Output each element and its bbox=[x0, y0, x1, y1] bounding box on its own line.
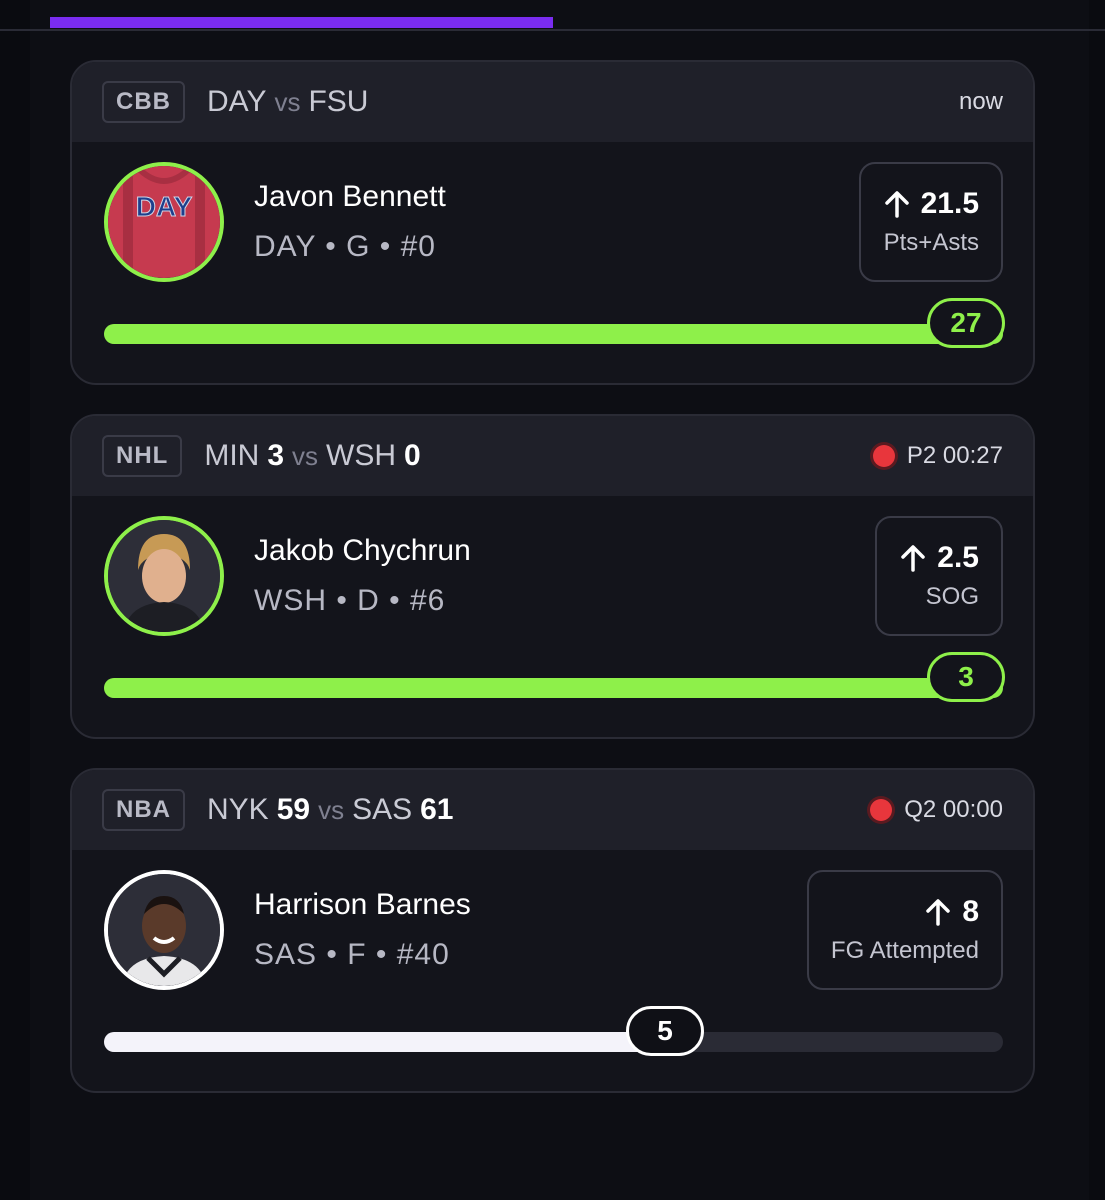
status-text: Q2 00:00 bbox=[904, 796, 1003, 823]
prop-card-1[interactable]: CBB DAY vs FSU now DAY Javon Bennett DAY… bbox=[70, 60, 1035, 385]
line-value: 2.5 bbox=[937, 541, 979, 574]
live-dot-icon bbox=[872, 445, 895, 467]
card-header: NHL MIN 3 vs WSH 0 P2 00:27 bbox=[72, 416, 1033, 496]
player-headshot-icon bbox=[108, 520, 220, 632]
player-meta: WSH • D • #6 bbox=[254, 584, 446, 617]
tab-divider bbox=[0, 29, 1105, 31]
right-gutter bbox=[1089, 0, 1105, 1200]
progress-track: 5 bbox=[104, 1006, 1003, 1056]
jersey-icon: DAY bbox=[108, 166, 220, 278]
matchup: NYK 59 vs SAS 61 bbox=[207, 793, 453, 827]
away-team: WSH bbox=[326, 439, 397, 472]
home-team: NYK bbox=[207, 793, 269, 826]
progress-track: 27 bbox=[104, 298, 1005, 348]
card-header: CBB DAY vs FSU now bbox=[72, 62, 1033, 142]
away-team: SAS bbox=[352, 793, 413, 826]
home-score: 59 bbox=[276, 793, 311, 826]
progress-value-pill: 27 bbox=[927, 298, 1005, 348]
line-value-row: 8 bbox=[924, 895, 979, 929]
progress-value-pill: 5 bbox=[626, 1006, 704, 1056]
progress-fill bbox=[104, 678, 1003, 698]
home-team: MIN bbox=[204, 439, 260, 472]
line-stat: FG Attempted bbox=[830, 937, 979, 964]
line-stat: Pts+Asts bbox=[883, 229, 979, 256]
props-screen: CBB DAY vs FSU now DAY Javon Bennett DAY… bbox=[0, 0, 1105, 1200]
up-arrow-icon bbox=[926, 899, 951, 926]
prop-card-3[interactable]: NBA NYK 59 vs SAS 61 Q2 00:00 Harrison B… bbox=[70, 768, 1035, 1093]
line-value-row: 21.5 bbox=[883, 187, 979, 221]
prop-line-box[interactable]: 21.5 Pts+Asts bbox=[858, 162, 1003, 282]
league-badge: CBB bbox=[102, 81, 185, 123]
league-badge: NBA bbox=[102, 789, 185, 831]
line-stat: SOG bbox=[925, 583, 979, 610]
matchup: DAY vs FSU bbox=[207, 85, 368, 119]
prop-card-2[interactable]: NHL MIN 3 vs WSH 0 P2 00:27 Jakob Chychr… bbox=[70, 414, 1035, 739]
live-dot-icon bbox=[870, 799, 893, 821]
vs-label: vs bbox=[318, 795, 345, 825]
line-value: 21.5 bbox=[920, 187, 979, 220]
player-meta: DAY • G • #0 bbox=[254, 230, 436, 263]
home-score: 3 bbox=[267, 439, 285, 472]
avatar bbox=[104, 870, 224, 990]
progress-fill bbox=[104, 324, 1003, 344]
player-name: Harrison Barnes bbox=[254, 888, 471, 921]
card-header: NBA NYK 59 vs SAS 61 Q2 00:00 bbox=[72, 770, 1033, 850]
avatar: DAY bbox=[104, 162, 224, 282]
line-value-row: 2.5 bbox=[899, 541, 979, 575]
jersey-text: DAY bbox=[136, 191, 193, 222]
player-name: Javon Bennett bbox=[254, 180, 446, 213]
vs-label: vs bbox=[274, 87, 301, 117]
away-score: 61 bbox=[420, 793, 454, 826]
avatar bbox=[104, 516, 224, 636]
status-text: now bbox=[958, 88, 1003, 115]
up-arrow-icon bbox=[884, 191, 909, 218]
away-team: FSU bbox=[308, 85, 369, 118]
player-meta: SAS • F • #40 bbox=[254, 938, 450, 971]
game-status: now bbox=[959, 88, 1003, 116]
active-tab-indicator bbox=[50, 17, 553, 28]
progress-fill bbox=[104, 1032, 671, 1052]
away-score: 0 bbox=[404, 439, 421, 472]
matchup: MIN 3 vs WSH 0 bbox=[204, 439, 420, 473]
game-status: Q2 00:00 bbox=[870, 796, 1003, 824]
progress-value-pill: 3 bbox=[927, 652, 1005, 702]
left-gutter bbox=[0, 0, 30, 1200]
player-name: Jakob Chychrun bbox=[254, 534, 471, 567]
up-arrow-icon bbox=[901, 545, 926, 572]
progress-track: 3 bbox=[104, 652, 1005, 702]
player-headshot-icon bbox=[108, 874, 220, 986]
line-value: 8 bbox=[962, 895, 979, 928]
league-badge: NHL bbox=[102, 435, 183, 477]
prop-line-box[interactable]: 2.5 SOG bbox=[875, 516, 1003, 636]
vs-label: vs bbox=[292, 441, 319, 471]
prop-line-box[interactable]: 8 FG Attempted bbox=[806, 870, 1003, 990]
home-team: DAY bbox=[207, 85, 267, 118]
game-status: P2 00:27 bbox=[872, 442, 1003, 470]
status-text: P2 00:27 bbox=[906, 442, 1003, 469]
